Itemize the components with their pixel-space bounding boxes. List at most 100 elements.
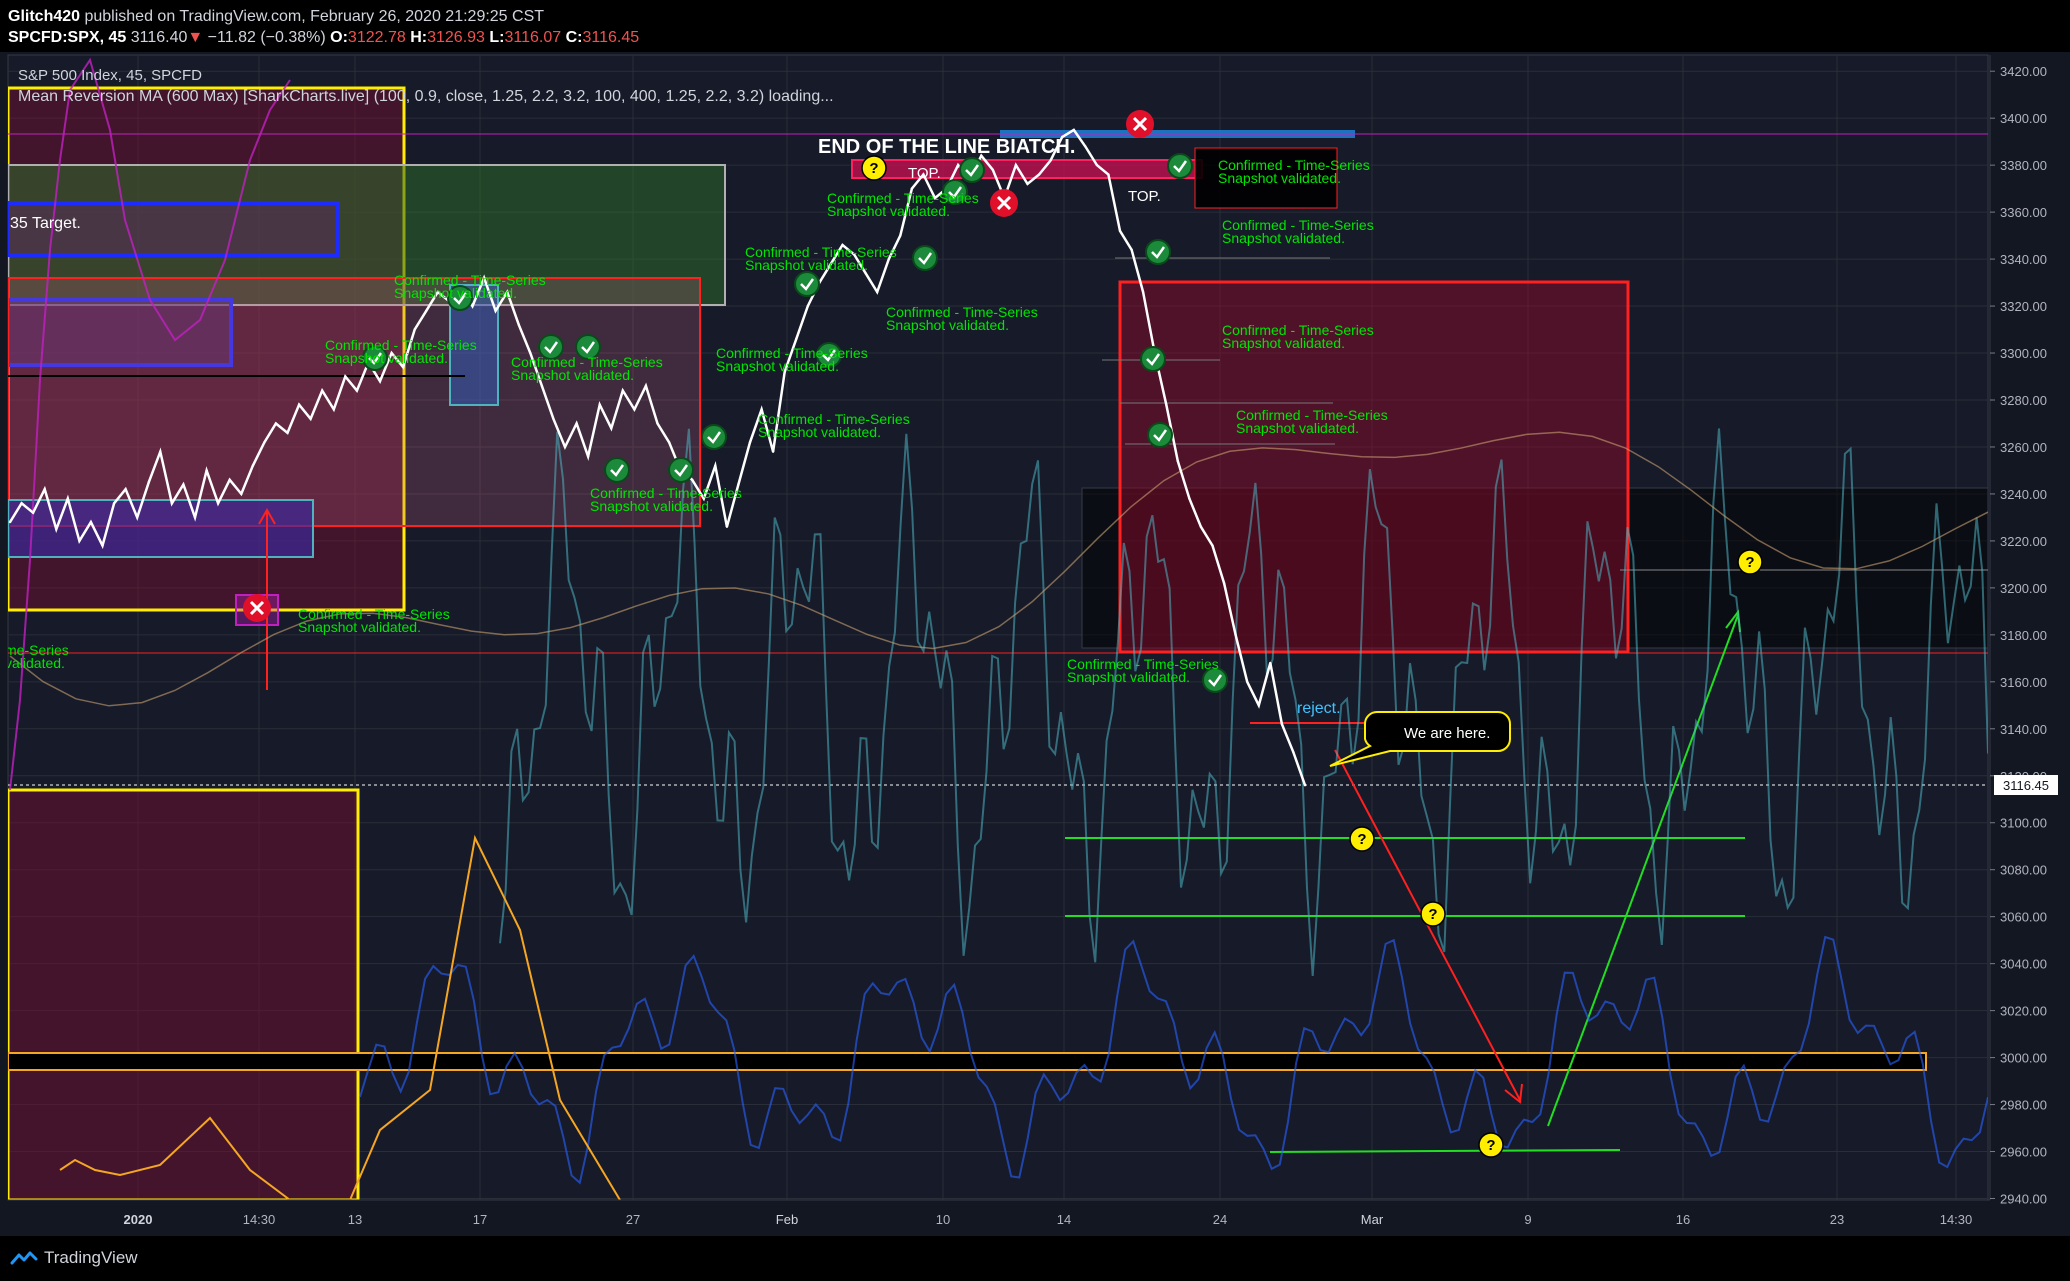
check-icon-13[interactable] xyxy=(1140,346,1166,372)
price-point-77 xyxy=(899,234,902,237)
price-point-19 xyxy=(228,478,231,481)
left-edge-label-2[interactable]: validated. xyxy=(5,655,65,671)
time-tick-label-10: 9 xyxy=(1524,1212,1531,1227)
price-point-1 xyxy=(20,502,23,505)
author-name[interactable]: Glitch420 xyxy=(8,8,80,25)
time-tick-label-6: 10 xyxy=(936,1212,950,1227)
confirmation-label-7-line-1[interactable]: Snapshot validated. xyxy=(758,424,881,440)
confirmation-label-14-line-1[interactable]: Snapshot validated. xyxy=(1236,420,1359,436)
low-value: 3116.07 xyxy=(504,29,562,46)
confirmation-label-6-line-1[interactable]: Snapshot validated. xyxy=(745,257,868,273)
price-point-90 xyxy=(1049,159,1052,162)
confirmation-label-4-line-1[interactable]: Snapshot validated. xyxy=(590,498,713,514)
price-point-112 xyxy=(1303,784,1307,787)
yellow-zone-bottom[interactable] xyxy=(8,788,360,1200)
down-arrow-icon: ▼ xyxy=(187,29,204,46)
time-tick-label-5: Feb xyxy=(776,1212,798,1227)
question-mark-0: ? xyxy=(1357,831,1366,848)
tradingview-logo[interactable]: TradingView xyxy=(10,1248,138,1268)
price-point-96 xyxy=(1118,229,1122,233)
close-value: 3116.45 xyxy=(582,29,640,46)
check-icon-4[interactable] xyxy=(604,457,630,483)
check-icon-14[interactable] xyxy=(1147,422,1173,448)
price-point-3 xyxy=(43,488,46,491)
top-label-1[interactable]: TOP. xyxy=(908,165,941,182)
low-label: L: xyxy=(489,29,505,46)
time-tick-label-13: 14:30 xyxy=(1940,1212,1973,1227)
confirmation-label-13-line-1[interactable]: Snapshot validated. xyxy=(1222,335,1345,351)
price-tick-label-4: 3340.00 xyxy=(2000,252,2047,267)
confirmation-label-9-line-1[interactable]: Snapshot validated. xyxy=(886,317,1009,333)
price-point-109 xyxy=(1269,661,1272,665)
price-tick-label-3: 3360.00 xyxy=(2000,205,2047,220)
confirmation-label-1-line-1[interactable]: Snapshot validated. xyxy=(325,350,448,366)
price-point-13 xyxy=(159,450,162,453)
price-point-47 xyxy=(552,417,555,420)
price-point-2 xyxy=(31,511,35,514)
black-band[interactable] xyxy=(8,1052,1927,1071)
price-point-21 xyxy=(251,464,254,467)
check-icon-15[interactable] xyxy=(1167,153,1193,179)
price-tick-label-18: 3060.00 xyxy=(2000,910,2047,925)
time-tick-label-7: 14 xyxy=(1057,1212,1071,1227)
price-tick-label-20: 3020.00 xyxy=(2000,1004,2047,1019)
ohlc-bar: SPCFD:SPX, 45 3116.40▼ −11.82 (−0.38%) O… xyxy=(8,29,639,47)
check-icon-7[interactable] xyxy=(794,271,820,297)
symbol-label: SPCFD:SPX, 45 xyxy=(8,29,127,46)
price-tick-label-9: 3240.00 xyxy=(2000,487,2047,502)
price-point-56 xyxy=(656,422,659,425)
price-point-111 xyxy=(1292,751,1295,754)
price-point-102 xyxy=(1188,497,1191,500)
price-point-36 xyxy=(425,309,428,312)
tradingview-brand: TradingView xyxy=(44,1248,138,1267)
price-point-11 xyxy=(136,516,139,519)
price-point-20 xyxy=(240,492,243,496)
check-icon-9[interactable] xyxy=(912,245,938,271)
confirmation-label-12-line-1[interactable]: Snapshot validated. xyxy=(1222,230,1345,246)
price-point-89 xyxy=(1037,173,1041,176)
price-point-59 xyxy=(691,478,694,481)
price-point-6 xyxy=(78,539,81,543)
question-mark-2: ? xyxy=(1486,1137,1495,1154)
time-tick-label-12: 23 xyxy=(1830,1212,1844,1227)
check-icon-5[interactable] xyxy=(668,457,694,483)
price-point-100 xyxy=(1165,403,1168,406)
price-point-98 xyxy=(1141,290,1145,294)
price-point-62 xyxy=(725,525,729,528)
footer-bar: TradingView xyxy=(0,1236,2070,1281)
confirmation-label-2-line-1[interactable]: Snapshot validated. xyxy=(394,285,517,301)
price-tick-label-10: 3220.00 xyxy=(2000,534,2047,549)
red-zone-right[interactable] xyxy=(1118,280,1630,654)
price-tick-label-6: 3300.00 xyxy=(2000,346,2047,361)
price-point-75 xyxy=(876,290,879,294)
price-point-15 xyxy=(182,483,185,486)
reject-label[interactable]: reject. xyxy=(1297,700,1341,717)
price-point-42 xyxy=(494,309,497,312)
price-tick-label-12: 3180.00 xyxy=(2000,628,2047,643)
confirmation-label-3-line-1[interactable]: Snapshot validated. xyxy=(511,367,634,383)
confirmation-label-8-line-1[interactable]: Snapshot validated. xyxy=(827,203,950,219)
check-icon-11[interactable] xyxy=(959,157,985,183)
price-point-24 xyxy=(286,431,289,435)
price-point-87 xyxy=(1014,163,1018,167)
confirmation-label-11-line-1[interactable]: Snapshot validated. xyxy=(1218,170,1341,186)
check-icon-6[interactable] xyxy=(701,424,727,450)
annotation-title[interactable]: END OF THE LINE BIATCH. xyxy=(818,136,1075,158)
target-label[interactable]: 35 Target. xyxy=(10,215,81,232)
price-change: −11.82 (−0.38%) xyxy=(207,29,326,46)
confirmation-label-5-line-1[interactable]: Snapshot validated. xyxy=(716,358,839,374)
indicator-legend[interactable]: Mean Reversion MA (600 Max) [SharkCharts… xyxy=(18,88,834,106)
price-point-40 xyxy=(471,304,474,308)
high-value: 3126.93 xyxy=(427,29,485,46)
price-chart[interactable]: ????? END OF THE LINE BIATCH. 35 Target.… xyxy=(0,52,2070,1236)
price-point-101 xyxy=(1176,459,1180,463)
check-icon-12[interactable] xyxy=(1145,239,1171,265)
confirmation-label-10-line-1[interactable]: Snapshot validated. xyxy=(1067,669,1190,685)
chart-symbol-title[interactable]: S&P 500 Index, 45, SPCFD xyxy=(18,67,202,84)
confirmation-label-0-line-1[interactable]: Snapshot validated. xyxy=(298,619,421,635)
price-point-29 xyxy=(344,375,347,378)
tradingview-cloud-icon xyxy=(10,1251,38,1265)
price-tick-label-24: 2940.00 xyxy=(2000,1192,2047,1207)
top-box[interactable] xyxy=(851,159,1203,179)
top-label-2[interactable]: TOP. xyxy=(1128,188,1161,205)
